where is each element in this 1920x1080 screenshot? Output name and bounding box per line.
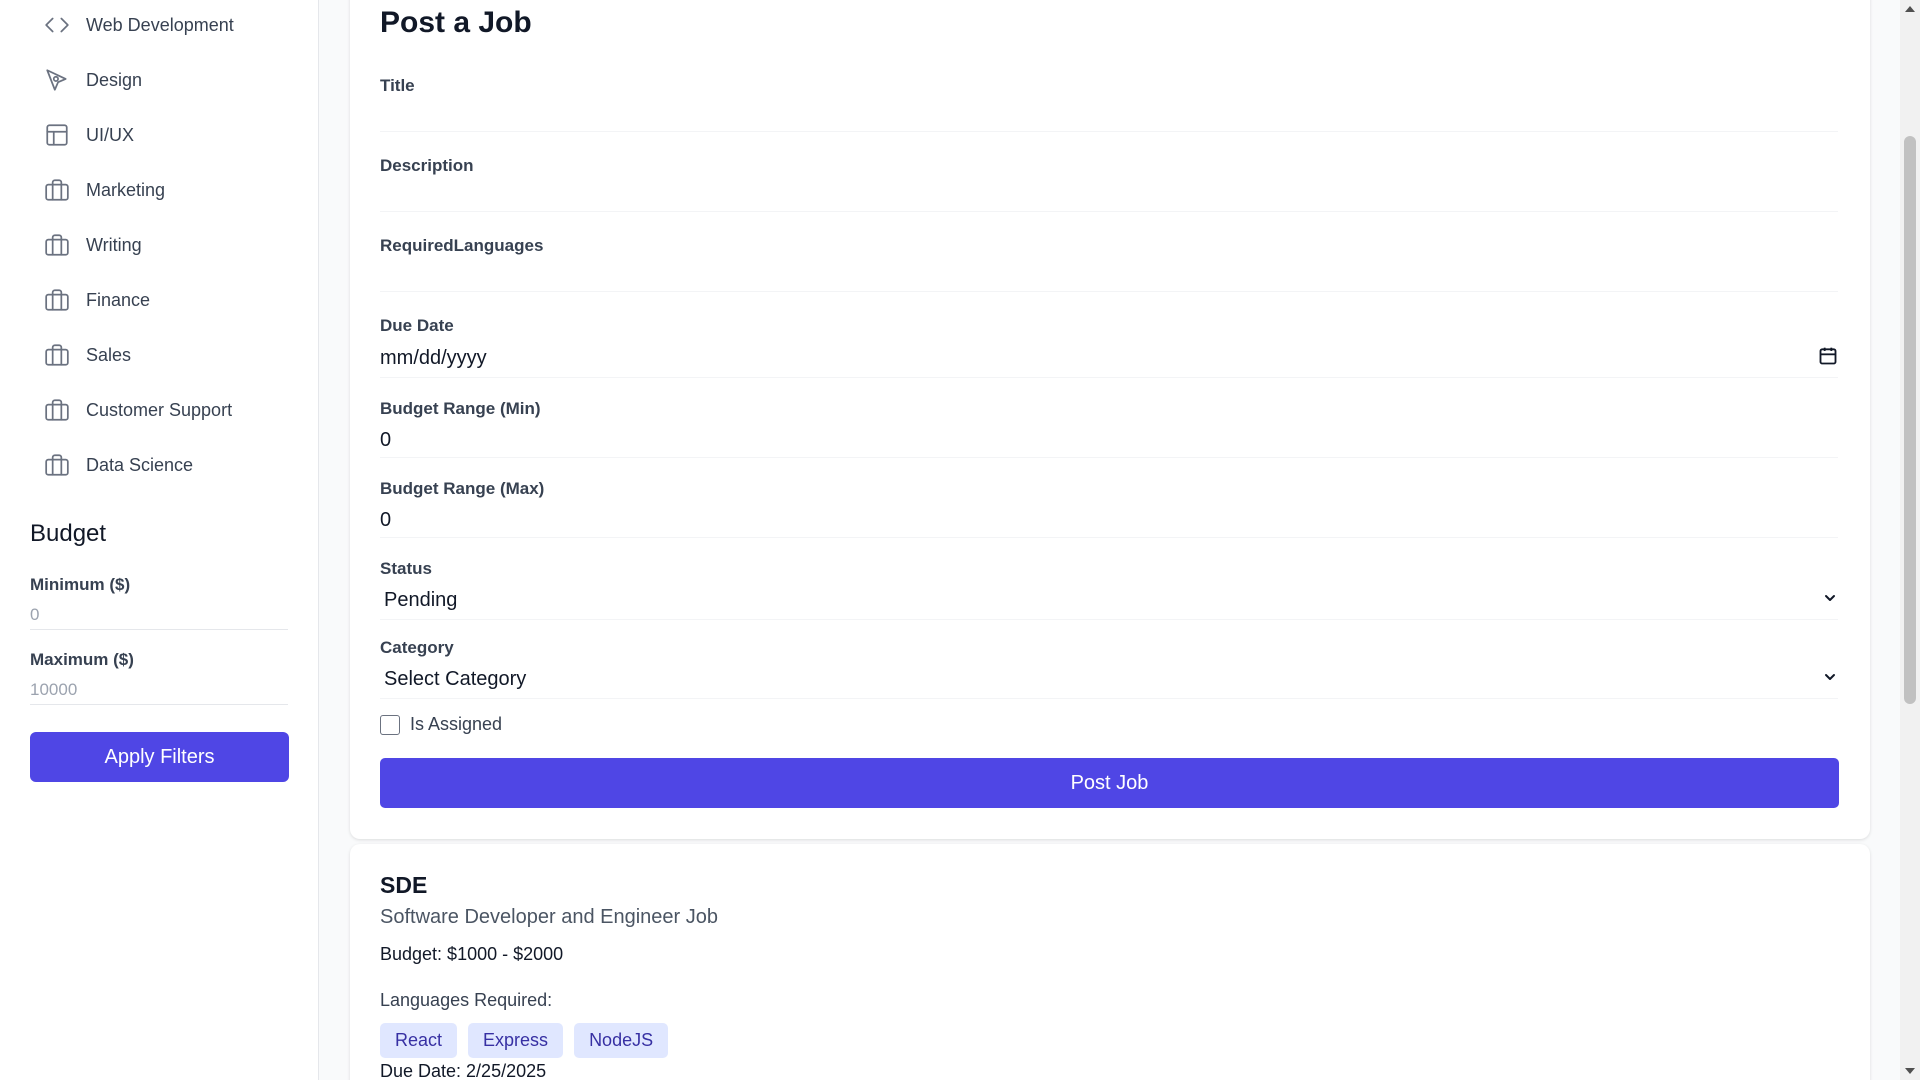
is-assigned-checkbox[interactable] bbox=[380, 714, 400, 735]
category-label: Web Development bbox=[86, 14, 234, 35]
budget-max-input[interactable] bbox=[30, 675, 288, 705]
language-tag: React bbox=[380, 1023, 458, 1058]
category-label: Marketing bbox=[86, 179, 166, 200]
page-scrollbar[interactable] bbox=[1900, 0, 1920, 1080]
category-web-development[interactable]: Web Development bbox=[44, 10, 234, 40]
is-assigned-row: Is Assigned bbox=[380, 714, 502, 735]
budget-range-min-input[interactable] bbox=[380, 424, 1838, 458]
category-finance[interactable]: Finance bbox=[44, 285, 150, 315]
briefcase-icon bbox=[44, 342, 70, 368]
status-selected-value: Pending bbox=[384, 589, 458, 611]
job-languages-label: Languages Required: bbox=[380, 990, 553, 1010]
layout-icon bbox=[44, 122, 70, 148]
status-select[interactable]: Pending bbox=[380, 582, 1838, 620]
category-label: Data Science bbox=[86, 454, 194, 475]
language-tag: NodeJS bbox=[574, 1023, 669, 1058]
page-title: Post a Job bbox=[380, 6, 532, 39]
code-icon bbox=[44, 12, 70, 38]
category-design[interactable]: Design bbox=[44, 65, 142, 95]
title-label: Title bbox=[380, 76, 415, 95]
scroll-down-arrow-icon[interactable] bbox=[1905, 1068, 1915, 1074]
briefcase-icon bbox=[44, 397, 70, 423]
due-date-placeholder: mm/dd/yyyy bbox=[380, 347, 487, 369]
job-description: Software Developer and Engineer Job bbox=[380, 906, 718, 928]
category-sales[interactable]: Sales bbox=[44, 340, 131, 370]
category-label: Writing bbox=[86, 234, 142, 255]
due-date-input[interactable]: mm/dd/yyyy bbox=[380, 340, 1838, 378]
required-languages-label: RequiredLanguages bbox=[380, 236, 544, 255]
description-label: Description bbox=[380, 156, 474, 175]
language-tags: React Express NodeJS bbox=[380, 1023, 669, 1058]
category-marketing[interactable]: Marketing bbox=[44, 175, 165, 205]
status-label: Status bbox=[380, 559, 432, 578]
budget-max-label: Maximum ($) bbox=[30, 650, 134, 669]
job-title: SDE bbox=[380, 872, 428, 898]
due-date-label: Due Date bbox=[380, 316, 454, 335]
required-languages-input[interactable] bbox=[380, 258, 1838, 292]
briefcase-icon bbox=[44, 232, 70, 258]
category-label: Category bbox=[380, 638, 454, 657]
category-data-science[interactable]: Data Science bbox=[44, 450, 193, 480]
category-selected-value: Select Category bbox=[384, 668, 527, 690]
budget-range-min-label: Budget Range (Min) bbox=[380, 399, 541, 418]
budget-min-label: Minimum ($) bbox=[30, 575, 131, 594]
briefcase-icon bbox=[44, 177, 70, 203]
category-writing[interactable]: Writing bbox=[44, 230, 142, 260]
is-assigned-label: Is Assigned bbox=[410, 714, 503, 734]
briefcase-icon bbox=[44, 287, 70, 313]
chevron-down-icon bbox=[1822, 668, 1838, 691]
category-label: Sales bbox=[86, 344, 132, 365]
category-select[interactable]: Select Category bbox=[380, 661, 1838, 699]
category-label: Design bbox=[86, 69, 143, 90]
category-ui-ux[interactable]: UI/UX bbox=[44, 120, 134, 150]
category-label: Customer Support bbox=[86, 399, 233, 420]
scroll-up-arrow-icon[interactable] bbox=[1905, 6, 1915, 12]
language-tag: Express bbox=[468, 1023, 564, 1058]
category-label: UI/UX bbox=[86, 124, 135, 145]
category-customer-support[interactable]: Customer Support bbox=[44, 395, 232, 425]
apply-filters-button[interactable]: Apply Filters bbox=[30, 732, 289, 782]
budget-range-max-label: Budget Range (Max) bbox=[380, 479, 545, 498]
job-due-date: Due Date: 2/25/2025 bbox=[380, 1061, 547, 1080]
job-budget: Budget: $1000 - $2000 bbox=[380, 944, 564, 964]
briefcase-icon bbox=[44, 452, 70, 478]
description-input[interactable] bbox=[380, 178, 1838, 212]
scroll-thumb[interactable] bbox=[1904, 136, 1916, 704]
pen-tool-icon bbox=[44, 67, 70, 93]
calendar-icon[interactable] bbox=[1818, 346, 1838, 372]
category-label: Finance bbox=[86, 289, 151, 310]
title-input[interactable] bbox=[380, 98, 1838, 132]
budget-range-max-input[interactable] bbox=[380, 504, 1838, 538]
budget-heading: Budget bbox=[30, 520, 107, 547]
post-job-button[interactable]: Post Job bbox=[380, 758, 1839, 808]
budget-min-input[interactable] bbox=[30, 600, 288, 630]
chevron-down-icon bbox=[1822, 589, 1838, 612]
filter-sidebar: Web Development Design UI/UX Marketing W… bbox=[0, 0, 319, 1080]
